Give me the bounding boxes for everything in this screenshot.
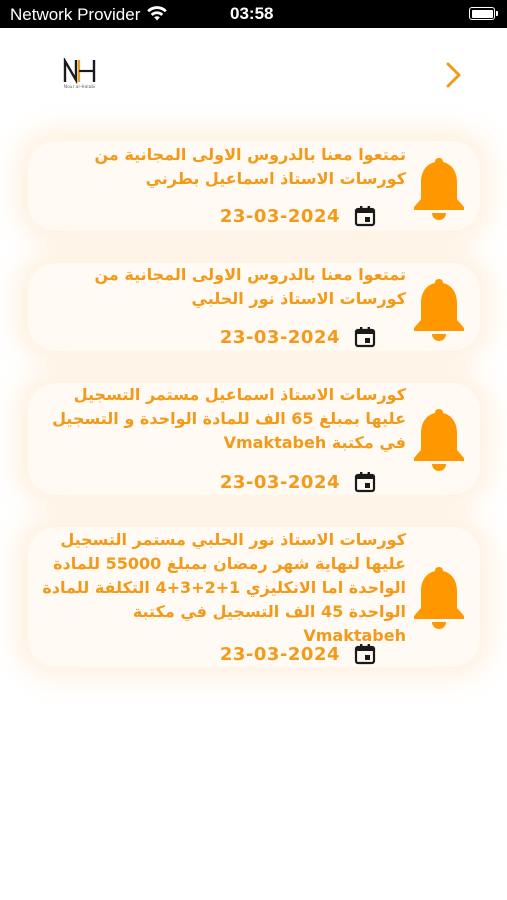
notification-date: 23-03-2024 — [219, 471, 340, 493]
calendar-icon — [354, 472, 376, 493]
app-logo: Nour al-Halabi — [62, 58, 100, 92]
calendar-icon — [354, 206, 376, 227]
status-bar: Network Provider 03:58 — [0, 0, 507, 28]
calendar-icon — [354, 327, 376, 348]
wifi-icon — [147, 6, 167, 21]
carrier-label: Network Provider — [10, 5, 141, 24]
notification-message: تمتعوا معنا بالدروس الاولى المجانية من ك… — [94, 145, 406, 188]
notification-date: 23-03-2024 — [219, 326, 340, 348]
notification-card[interactable]: تمتعوا معنا بالدروس الاولى المجانية من ك… — [28, 263, 480, 351]
logo-monogram-icon — [63, 58, 96, 84]
bell-icon — [414, 409, 464, 471]
chevron-right-icon[interactable] — [440, 60, 466, 90]
notification-date: 23-03-2024 — [219, 643, 340, 665]
notification-card[interactable]: تمتعوا معنا بالدروس الاولى المجانية من ك… — [28, 141, 480, 231]
notification-card[interactable]: كورسات الاستاذ اسماعيل مستمر التسجيل علي… — [28, 383, 480, 495]
notification-date-row: 23-03-2024 — [220, 324, 376, 350]
notification-card[interactable]: كورسات الاستاذ نور الحلبي مستمر التسجيل … — [28, 527, 480, 667]
clock-time: 03:58 — [230, 4, 274, 23]
notification-message: كورسات الاستاذ اسماعيل مستمر التسجيل علي… — [52, 385, 406, 452]
notification-message: كورسات الاستاذ نور الحلبي مستمر التسجيل … — [42, 530, 406, 645]
bell-icon — [414, 567, 464, 629]
calendar-icon — [354, 644, 376, 665]
logo-tagline: Nour al-Halabi — [64, 84, 96, 89]
bell-icon — [414, 158, 464, 220]
notification-date-row: 23-03-2024 — [220, 469, 376, 495]
notification-date-row: 23-03-2024 — [220, 641, 376, 667]
battery-icon — [469, 7, 498, 20]
notification-date-row: 23-03-2024 — [220, 203, 376, 229]
notification-message: تمتعوا معنا بالدروس الاولى المجانية من ك… — [94, 265, 406, 308]
notification-date: 23-03-2024 — [219, 205, 340, 227]
bell-icon — [414, 279, 464, 341]
